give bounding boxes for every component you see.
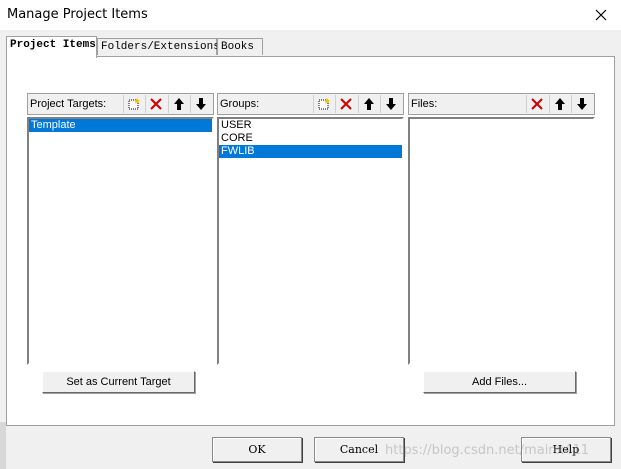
arrow-down-icon [386, 98, 396, 110]
new-group-button[interactable] [313, 95, 334, 113]
tab-label: Books [221, 41, 255, 53]
new-item-icon [128, 98, 140, 110]
project-targets-header: Project Targets: [27, 93, 214, 115]
delete-group-button[interactable] [335, 95, 356, 113]
tab-folders-extensions[interactable]: Folders/Extensions [97, 38, 220, 55]
ok-button[interactable]: OK [212, 437, 302, 462]
delete-icon [150, 98, 162, 110]
title-bar: Manage Project Items [0, 0, 621, 30]
button-label: Add Files... [471, 376, 528, 388]
help-button[interactable]: Help [521, 437, 611, 462]
button-label: Cancel [339, 443, 379, 456]
project-targets-group: Project Targets: Template [27, 93, 214, 365]
new-target-button[interactable] [123, 95, 144, 113]
delete-icon [340, 98, 352, 110]
arrow-up-icon [174, 98, 184, 110]
move-file-down-button[interactable] [571, 95, 592, 113]
files-group: Files: [408, 93, 595, 365]
files-header: Files: [408, 93, 595, 115]
tab-label: Folders/Extensions [101, 41, 220, 53]
add-files-button[interactable]: Add Files... [423, 371, 576, 393]
groups-header: Groups: [217, 93, 404, 115]
button-label: Set as Current Target [66, 376, 171, 388]
arrow-up-icon [555, 98, 565, 110]
delete-target-button[interactable] [145, 95, 166, 113]
list-item[interactable]: FWLIB [219, 145, 402, 158]
list-item[interactable]: Template [29, 119, 212, 132]
move-file-up-button[interactable] [549, 95, 570, 113]
arrow-down-icon [196, 98, 206, 110]
window-title: Manage Project Items [7, 7, 148, 22]
tab-books[interactable]: Books [217, 38, 263, 55]
close-button[interactable] [581, 0, 621, 30]
delete-icon [531, 98, 543, 110]
project-targets-label: Project Targets: [30, 98, 107, 110]
project-items-panel: Project Targets: Template Groups: USER C… [6, 56, 615, 426]
tab-label: Project Items [10, 39, 96, 51]
move-target-down-button[interactable] [190, 95, 211, 113]
arrow-up-icon [364, 98, 374, 110]
move-target-up-button[interactable] [168, 95, 189, 113]
tab-project-items[interactable]: Project Items [6, 36, 97, 58]
set-current-target-button[interactable]: Set as Current Target [42, 371, 195, 393]
cancel-button[interactable]: Cancel [314, 437, 404, 462]
resize-grip[interactable] [0, 422, 6, 469]
files-label: Files: [411, 98, 438, 110]
arrow-down-icon [577, 98, 587, 110]
groups-label: Groups: [220, 98, 260, 110]
delete-file-button[interactable] [526, 95, 547, 113]
move-group-up-button[interactable] [358, 95, 379, 113]
groups-listbox[interactable]: USER CORE FWLIB [217, 117, 404, 365]
targets-listbox[interactable]: Template [27, 117, 214, 365]
button-label: Help [552, 443, 580, 456]
move-group-down-button[interactable] [380, 95, 401, 113]
list-item[interactable]: USER [219, 119, 402, 132]
new-item-icon [318, 98, 330, 110]
files-listbox[interactable] [408, 117, 595, 365]
groups-group: Groups: USER CORE FWLIB [217, 93, 404, 365]
button-label: OK [248, 443, 266, 456]
close-icon [595, 9, 607, 21]
list-item[interactable]: CORE [219, 132, 402, 145]
